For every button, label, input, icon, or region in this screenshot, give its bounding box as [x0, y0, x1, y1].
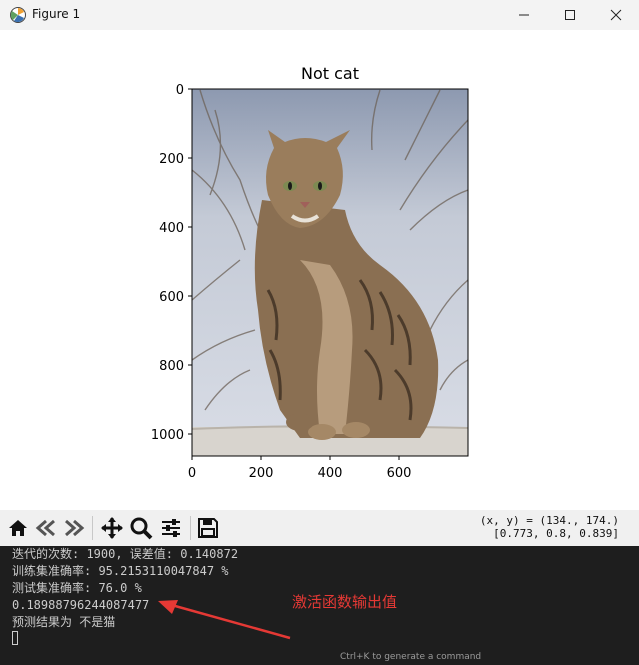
y-tick-label: 800 — [159, 359, 184, 374]
terminal-line: 训练集准确率: 95.2153110047847 % — [12, 564, 229, 578]
close-icon — [610, 9, 622, 21]
pan-icon — [101, 517, 123, 539]
home-icon — [9, 520, 27, 536]
y-axis: 0 200 400 600 800 1000 — [151, 83, 192, 443]
terminal-cursor — [12, 631, 18, 645]
close-button[interactable] — [593, 0, 639, 30]
pan-button[interactable] — [100, 516, 124, 540]
forward-button[interactable] — [62, 516, 86, 540]
terminal-line: 测试集准确率: 76.0 % — [12, 581, 142, 595]
x-tick-label: 0 — [188, 466, 196, 481]
terminal-panel[interactable]: 迭代的次数: 1900, 误差值: 0.140872 训练集准确率: 95.21… — [0, 546, 639, 665]
x-axis: 0 200 400 600 — [188, 456, 412, 481]
cat-image — [192, 89, 468, 456]
back-icon — [35, 519, 55, 537]
zoom-button[interactable] — [129, 516, 153, 540]
back-button[interactable] — [34, 516, 58, 540]
annotation-label: 激活函数输出值 — [292, 593, 398, 611]
plot-title: Not cat — [301, 64, 359, 83]
forward-icon — [65, 519, 85, 537]
y-tick-label: 0 — [176, 83, 184, 98]
terminal-line: 迭代的次数: 1900, 误差值: 0.140872 — [12, 547, 239, 561]
toolbar-separator — [92, 516, 93, 540]
configure-subplots-button[interactable] — [159, 516, 183, 540]
minimize-button[interactable] — [501, 0, 547, 30]
coordinate-readout: (x, y) = (134., 174.) — [479, 514, 619, 527]
terminal-line: 0.18988796244087477 — [12, 598, 150, 612]
x-tick-label: 600 — [387, 466, 412, 481]
title-bar: Figure 1 — [0, 0, 639, 30]
save-icon — [198, 518, 218, 538]
x-tick-label: 400 — [318, 466, 343, 481]
y-tick-label: 1000 — [151, 428, 184, 443]
zoom-icon — [130, 517, 153, 540]
toolbar-separator — [190, 516, 191, 540]
navigation-toolbar: (x, y) = (134., 174.) [0.773, 0.8, 0.839… — [0, 510, 639, 546]
command-hint: Ctrl+K to generate a command — [340, 652, 482, 662]
home-button[interactable] — [6, 516, 30, 540]
y-tick-label: 200 — [159, 152, 184, 167]
minimize-icon — [519, 14, 529, 16]
terminal-line: 预测结果为 不是猫 — [12, 615, 116, 629]
maximize-button[interactable] — [547, 0, 593, 30]
save-button[interactable] — [196, 516, 220, 540]
annotation-arrow — [158, 600, 291, 640]
y-tick-label: 600 — [159, 290, 184, 305]
y-tick-label: 400 — [159, 221, 184, 236]
matplotlib-app-icon — [9, 6, 27, 24]
pixel-value-readout: [0.773, 0.8, 0.839] — [493, 527, 619, 540]
maximize-icon — [565, 10, 575, 20]
cursor-coordinates: (x, y) = (134., 174.) [0.773, 0.8, 0.839… — [480, 514, 619, 540]
window-title: Figure 1 — [32, 7, 81, 21]
configure-subplots-icon — [162, 519, 180, 537]
x-tick-label: 200 — [249, 466, 274, 481]
figure-canvas[interactable]: Not cat 0 200 400 600 800 1000 0 200 400… — [0, 30, 639, 510]
